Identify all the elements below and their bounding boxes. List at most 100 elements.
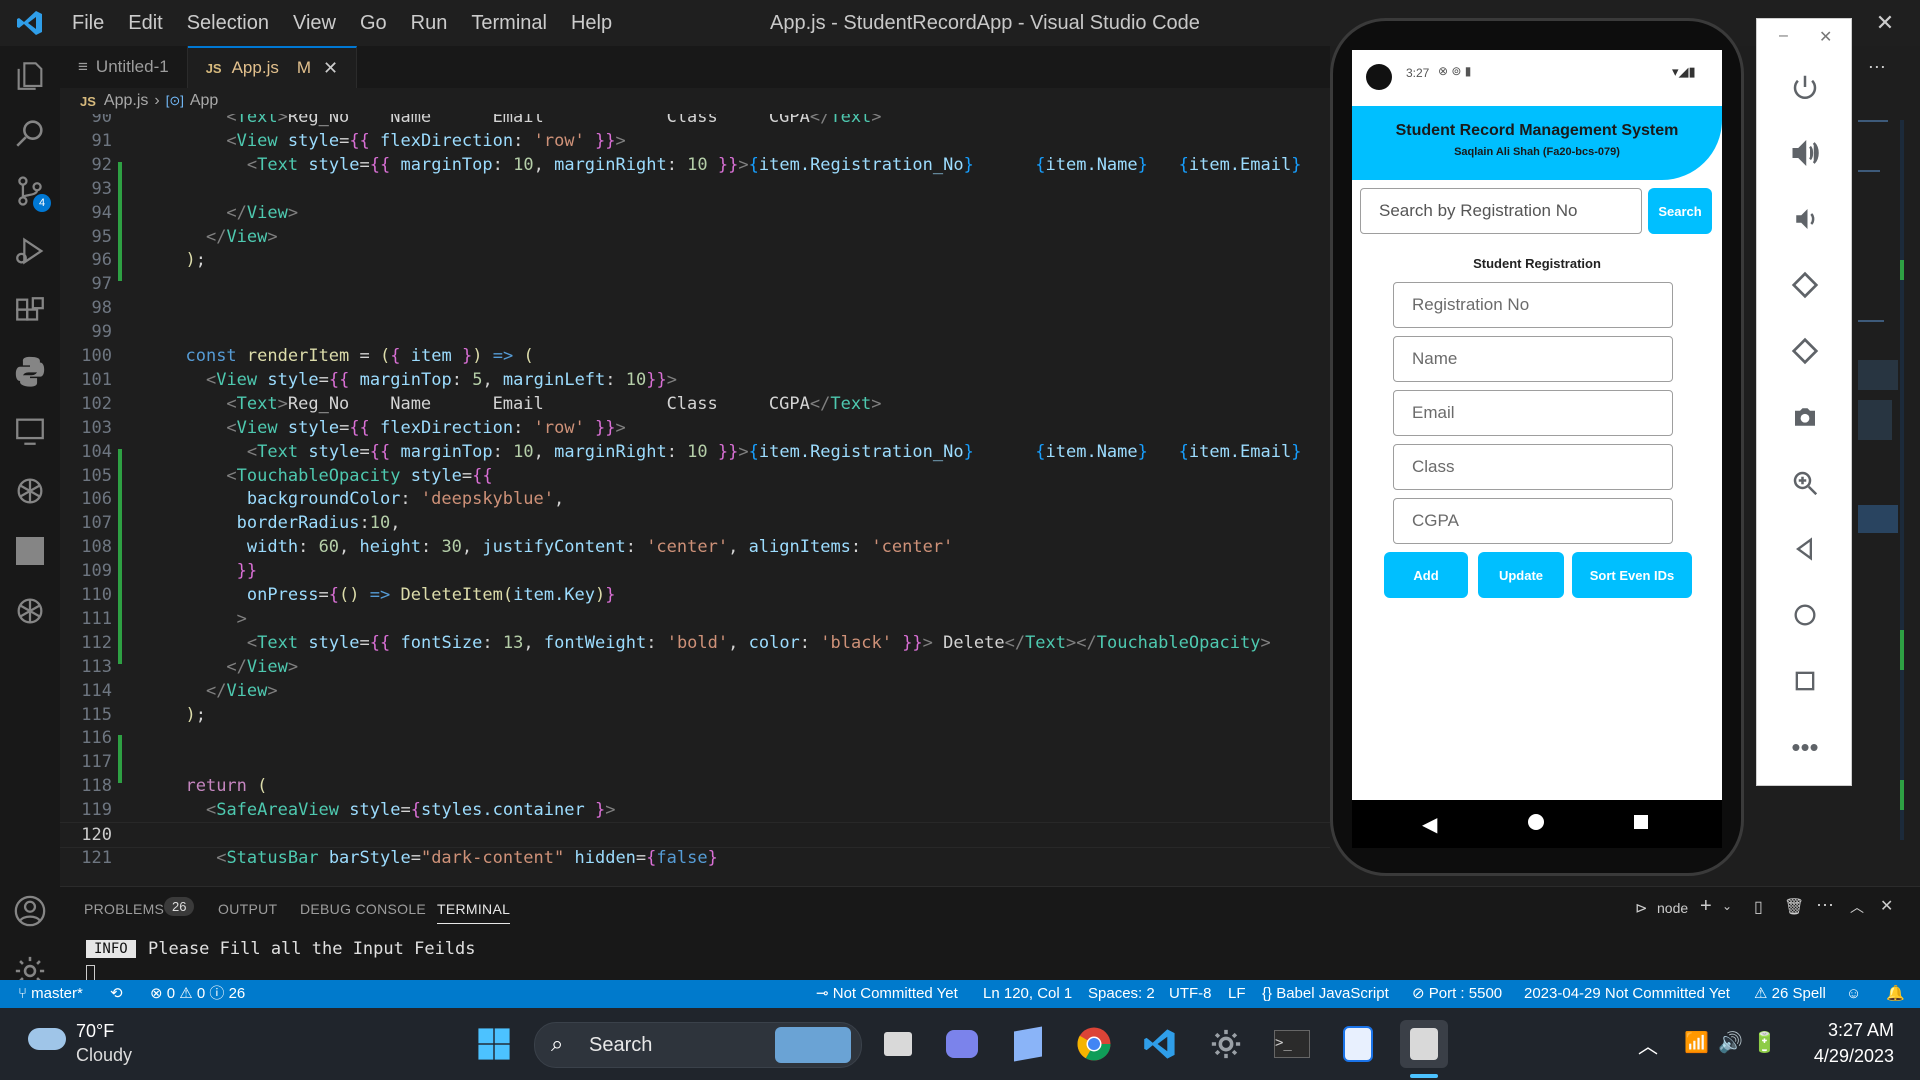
search-button[interactable]: Search <box>1648 188 1712 234</box>
language-mode[interactable]: {} Babel JavaScript <box>1262 980 1389 1008</box>
code-line[interactable]: 104 <Text style={{ marginTop: 10, margin… <box>60 440 1330 464</box>
cursor-position[interactable]: Ln 120, Col 1 <box>983 980 1072 1008</box>
code-line[interactable]: 107 borderRadius:10, <box>60 511 1330 535</box>
search-icon[interactable] <box>0 108 60 158</box>
menu-file[interactable]: File <box>60 0 116 46</box>
code-line[interactable]: 101 <View style={{ marginTop: 5, marginL… <box>60 368 1330 392</box>
chevron-up-icon[interactable]: ︿ <box>1850 897 1864 917</box>
registration-no-field[interactable]: Registration No <box>1393 282 1673 328</box>
end-of-line[interactable]: LF <box>1228 980 1246 1008</box>
code-line[interactable]: 100 const renderItem = ({ item }) => ( <box>60 344 1330 368</box>
vscode-taskbar-icon[interactable] <box>1136 1020 1184 1068</box>
feedback-icon[interactable]: ☺ <box>1846 980 1861 1008</box>
extensions-icon[interactable] <box>0 286 60 336</box>
run-debug-icon[interactable] <box>0 226 60 276</box>
openai-icon[interactable] <box>0 466 60 516</box>
chatgpt-icon[interactable] <box>0 586 60 636</box>
code-line[interactable]: 121 <StatusBar barStyle="dark-content" h… <box>60 846 1330 870</box>
code-line[interactable]: 92 <Text style={{ marginTop: 10, marginR… <box>60 153 1330 177</box>
class-field[interactable]: Class <box>1393 444 1673 490</box>
code-line[interactable]: 108 width: 60, height: 30, justifyConten… <box>60 535 1330 559</box>
split-terminal-icon[interactable]: ▯ <box>1754 897 1763 917</box>
code-line[interactable]: 99 <box>60 320 1330 344</box>
recents-nav-icon[interactable] <box>1634 815 1648 829</box>
tab-problems[interactable]: PROBLEMS <box>84 901 164 917</box>
indentation[interactable]: Spaces: 2 <box>1088 980 1155 1008</box>
back-nav-icon[interactable]: ◀ <box>1422 812 1437 837</box>
overview-icon[interactable] <box>1757 653 1853 709</box>
close-window-icon[interactable]: ✕ <box>1860 0 1910 46</box>
git-branch[interactable]: ⑂ master* <box>18 980 83 1008</box>
code-line[interactable]: 102 <Text>Reg_No Name Email Class CGPA</… <box>60 392 1330 416</box>
close-emulator-icon[interactable]: ✕ <box>1819 27 1832 47</box>
menu-go[interactable]: Go <box>348 0 399 46</box>
phone-link-icon[interactable] <box>1334 1020 1382 1068</box>
chrome-icon[interactable] <box>1070 1020 1118 1068</box>
home-icon[interactable] <box>1757 587 1853 643</box>
notifications-bell-icon[interactable]: 🔔 <box>1886 980 1905 1008</box>
account-icon[interactable] <box>0 886 60 936</box>
clock-date[interactable]: 4/29/2023 <box>1800 1046 1894 1067</box>
name-field[interactable]: Name <box>1393 336 1673 382</box>
code-line[interactable]: 120 <box>60 822 1330 848</box>
volume-up-icon[interactable] <box>1757 125 1853 181</box>
weather-desc[interactable]: Cloudy <box>76 1045 132 1066</box>
cgpa-field[interactable]: CGPA <box>1393 498 1673 544</box>
python-icon[interactable] <box>0 346 60 396</box>
code-line[interactable]: 115 ); <box>60 703 1330 727</box>
menu-help[interactable]: Help <box>559 0 624 46</box>
tab-untitled[interactable]: ≡ Untitled-1 <box>60 46 188 88</box>
tab-output[interactable]: OUTPUT <box>218 901 277 917</box>
code-line[interactable]: 90 <Text>Reg_No Name Email Class CGPA</T… <box>60 114 1330 129</box>
power-icon[interactable] <box>1757 59 1853 115</box>
cloud-icon[interactable] <box>28 1028 66 1050</box>
email-field[interactable]: Email <box>1393 390 1673 436</box>
code-line[interactable]: 118 return ( <box>60 774 1330 798</box>
code-line[interactable]: 106 backgroundColor: 'deepskyblue', <box>60 487 1330 511</box>
minimap[interactable] <box>1854 110 1904 880</box>
menu-edit[interactable]: Edit <box>116 0 174 46</box>
more-actions-icon[interactable]: ⋯ <box>1816 895 1834 916</box>
close-tab-icon[interactable]: ✕ <box>323 58 338 79</box>
code-line[interactable]: 113 </View> <box>60 655 1330 679</box>
encoding[interactable]: UTF-8 <box>1169 980 1212 1008</box>
menu-view[interactable]: View <box>281 0 348 46</box>
settings-taskbar-icon[interactable] <box>1202 1020 1250 1068</box>
code-line[interactable]: 109 }} <box>60 559 1330 583</box>
remote-explorer-icon[interactable] <box>0 406 60 456</box>
terminal-taskbar-icon[interactable]: >_ <box>1268 1020 1316 1068</box>
code-line[interactable]: 119 <SafeAreaView style={styles.containe… <box>60 798 1330 822</box>
menu-terminal[interactable]: Terminal <box>459 0 559 46</box>
tab-app-js[interactable]: JS App.js M ✕ <box>187 46 358 88</box>
sync-icon[interactable]: ⟲ <box>110 980 123 1008</box>
square-extension-icon[interactable] <box>0 526 60 576</box>
tab-debug-console[interactable]: DEBUG CONSOLE <box>300 901 426 917</box>
code-line[interactable]: 112 <Text style={{ fontSize: 13, fontWei… <box>60 631 1330 655</box>
add-button[interactable]: Add <box>1384 552 1468 598</box>
code-line[interactable]: 95 </View> <box>60 225 1330 249</box>
zoom-icon[interactable] <box>1757 455 1853 511</box>
menu-selection[interactable]: Selection <box>175 0 281 46</box>
3d-viewer-icon[interactable] <box>1004 1020 1052 1068</box>
code-line[interactable]: 103 <View style={{ flexDirection: 'row' … <box>60 416 1330 440</box>
chevron-down-icon[interactable]: ⌄ <box>1722 899 1732 913</box>
problems-summary[interactable]: ⊗ 0 ⚠ 0 ⓘ 26 <box>150 980 245 1008</box>
code-line[interactable]: 117 <box>60 750 1330 774</box>
code-line[interactable]: 110 onPress={() => DeleteItem(item.Key)} <box>60 583 1330 607</box>
volume-icon[interactable]: 🔊 <box>1718 1030 1743 1055</box>
battery-icon[interactable]: 🔋 <box>1752 1030 1777 1055</box>
vscode-logo-icon[interactable] <box>0 0 60 46</box>
git-blame[interactable]: 2023-04-29 Not Committed Yet <box>1524 980 1730 1008</box>
weather-temp[interactable]: 70°F <box>76 1021 114 1042</box>
code-line[interactable]: 91 <View style={{ flexDirection: 'row' }… <box>60 129 1330 153</box>
sort-even-ids-button[interactable]: Sort Even IDs <box>1572 552 1692 598</box>
wifi-icon[interactable]: 📶 <box>1684 1030 1709 1055</box>
new-terminal-icon[interactable]: + <box>1700 895 1712 918</box>
breadcrumb-file[interactable]: App.js <box>104 92 148 110</box>
menu-run[interactable]: Run <box>399 0 460 46</box>
code-editor[interactable]: 90 <Text>Reg_No Name Email Class CGPA</T… <box>60 114 1330 886</box>
task-view-icon[interactable] <box>874 1020 922 1068</box>
code-line[interactable]: 97 <box>60 272 1330 296</box>
live-server-port[interactable]: ⊘ Port : 5500 <box>1412 980 1502 1008</box>
update-button[interactable]: Update <box>1478 552 1564 598</box>
